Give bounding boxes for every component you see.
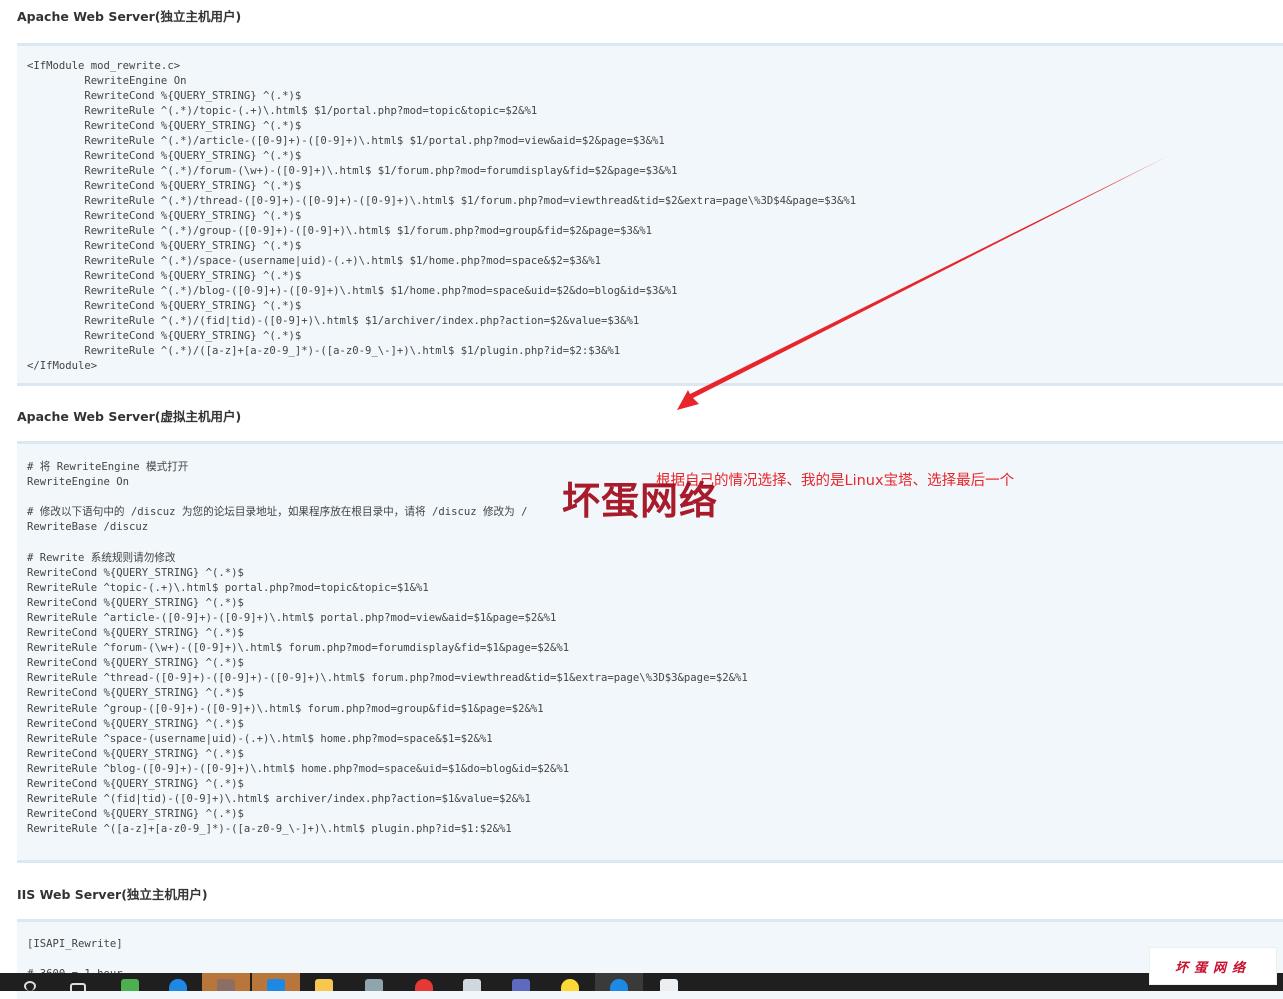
watermark-stamp: 坏蛋网络 bbox=[1149, 947, 1277, 985]
code-text: <IfModule mod_rewrite.c> RewriteEngine O… bbox=[27, 60, 857, 372]
section-title-apache-dedicated: Apache Web Server(独立主机用户) bbox=[17, 9, 242, 24]
watermark-text: 坏蛋网络 bbox=[562, 478, 719, 523]
browser-active-icon[interactable] bbox=[595, 973, 643, 991]
photo-app-icon[interactable] bbox=[202, 973, 250, 991]
people-icon[interactable] bbox=[645, 973, 693, 991]
red-app-icon[interactable] bbox=[400, 973, 448, 991]
settings-icon[interactable] bbox=[252, 973, 300, 991]
folder-icon[interactable] bbox=[300, 973, 348, 991]
file-icon[interactable] bbox=[350, 973, 398, 991]
code-block-apache-dedicated: <IfModule mod_rewrite.c> RewriteEngine O… bbox=[17, 43, 1283, 386]
taskbar bbox=[0, 973, 1283, 991]
section-title-iis-dedicated: IIS Web Server(独立主机用户) bbox=[17, 887, 208, 902]
section-title-apache-virtual: Apache Web Server(虚拟主机用户) bbox=[17, 409, 242, 424]
chat-app-icon[interactable] bbox=[546, 973, 594, 991]
search-icon[interactable] bbox=[8, 973, 52, 991]
document-icon[interactable] bbox=[497, 973, 545, 991]
code-editor-icon[interactable] bbox=[448, 973, 496, 991]
task-view-icon[interactable] bbox=[54, 973, 102, 991]
browser-icon[interactable] bbox=[154, 973, 202, 991]
green-app-icon[interactable] bbox=[106, 973, 154, 991]
